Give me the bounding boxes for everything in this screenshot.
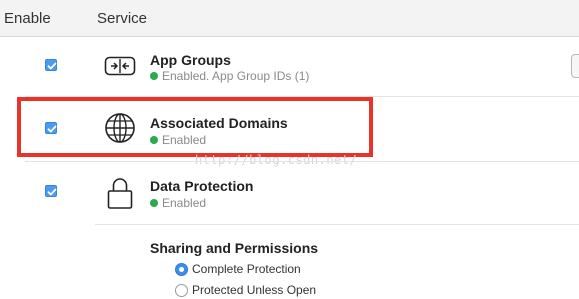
radio-selected-icon[interactable]: [175, 262, 188, 276]
protected-unless-open-option[interactable]: Protected Unless Open: [175, 283, 316, 297]
service-column-header: Service: [97, 10, 148, 27]
highlight-annotation: [17, 97, 373, 157]
lock-icon: [107, 176, 133, 215]
configure-button[interactable]: [571, 54, 579, 78]
watermark: http://blog.csdn.net/: [195, 153, 358, 167]
radio-unselected-icon[interactable]: [175, 283, 188, 297]
app-groups-checkbox[interactable]: [45, 59, 57, 71]
app-groups-icon: [104, 55, 136, 82]
data-protection-status: Enabled: [150, 196, 206, 210]
row-divider: [95, 224, 579, 225]
enable-column-header: Enable: [4, 10, 51, 27]
app-groups-status: Enabled. App Group IDs (1): [150, 69, 309, 83]
sharing-permissions-title: Sharing and Permissions: [150, 240, 319, 256]
protected-unless-open-label: Protected Unless Open: [192, 283, 317, 297]
complete-protection-option[interactable]: Complete Protection: [175, 262, 301, 276]
status-dot-icon: [150, 199, 158, 207]
data-protection-title: Data Protection: [150, 178, 254, 194]
data-protection-checkbox[interactable]: [45, 185, 57, 197]
app-groups-title: App Groups: [150, 52, 231, 68]
complete-protection-label: Complete Protection: [192, 262, 301, 276]
app-groups-status-text: Enabled. App Group IDs (1): [162, 69, 310, 83]
table-header: Enable Service: [0, 0, 579, 37]
row-divider: [25, 161, 579, 162]
data-protection-status-text: Enabled: [162, 196, 207, 210]
status-dot-icon: [150, 72, 158, 80]
